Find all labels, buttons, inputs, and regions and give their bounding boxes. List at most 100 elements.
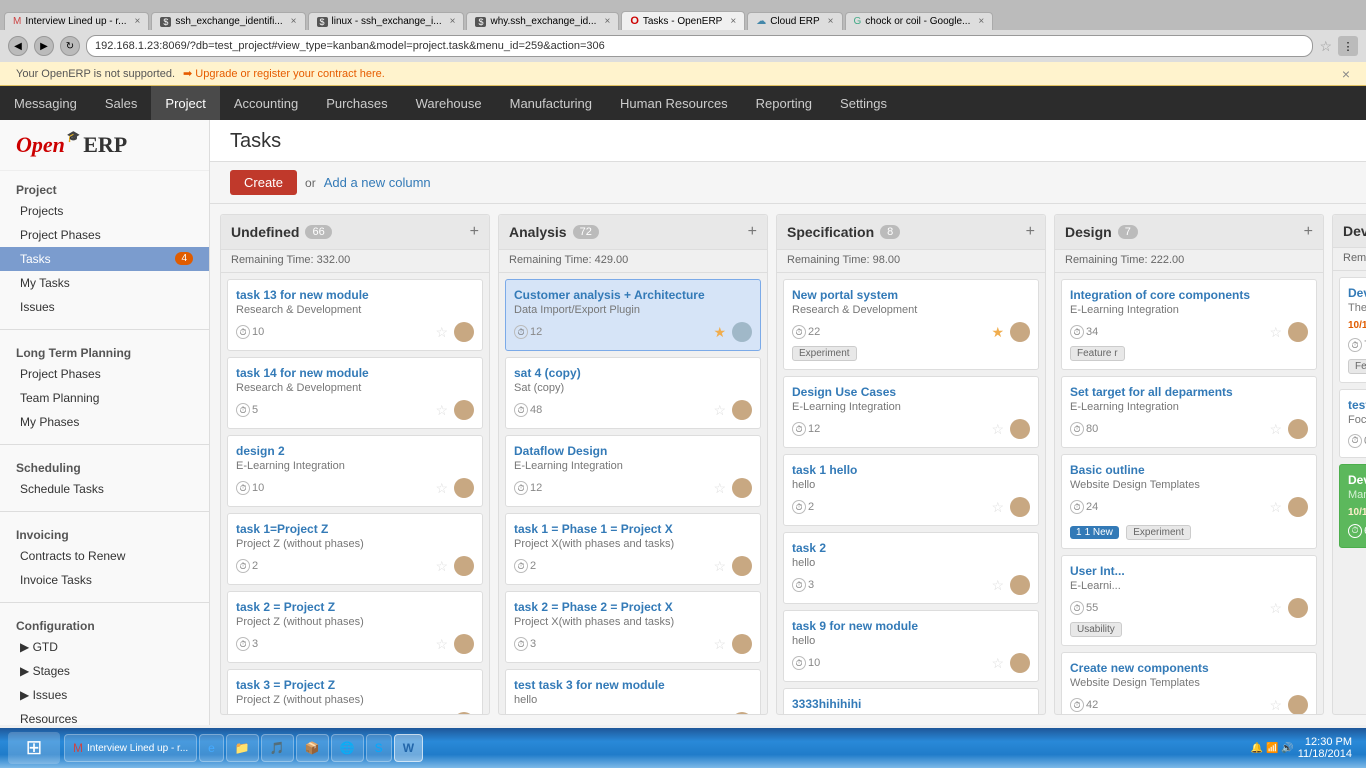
card-customer-analysis[interactable]: Customer analysis + Architecture Data Im… — [505, 279, 761, 351]
card-star[interactable]: ☆ — [713, 714, 726, 715]
sidebar-item-stages[interactable]: ▶ Stages — [0, 659, 209, 683]
card-task3z[interactable]: task 3 = Project Z Project Z (without ph… — [227, 669, 483, 714]
card-star[interactable]: ☆ — [991, 499, 1004, 516]
start-button[interactable]: ⊞ — [8, 732, 60, 764]
bookmark-star[interactable]: ☆ — [1319, 38, 1332, 55]
taskbar-app-media[interactable]: 🎵 — [261, 734, 294, 762]
card-user-int[interactable]: User Int... E-Learni... ⏱ 55 ☆ Usability — [1061, 555, 1317, 646]
card-3333[interactable]: 3333hihihihi schedule test 2 ⏱ 2 ☆ Usabi… — [783, 688, 1039, 714]
sidebar-item-gtd[interactable]: ▶ GTD — [0, 635, 209, 659]
card-star[interactable]: ★ — [991, 324, 1004, 341]
card-star[interactable]: ☆ — [435, 402, 448, 419]
card-star[interactable]: ☆ — [1269, 697, 1282, 714]
sidebar-item-resources[interactable]: Resources — [0, 707, 209, 725]
card-test-tas[interactable]: test tas... Focus P... ⏱ 0 ☆ — [1339, 389, 1366, 458]
sidebar-item-issues[interactable]: Issues — [0, 295, 209, 319]
extensions-button[interactable]: ⋮ — [1338, 36, 1358, 56]
card-basic-outline[interactable]: Basic outline Website Design Templates ⏱… — [1061, 454, 1317, 549]
card-star[interactable]: ☆ — [1269, 600, 1282, 617]
card-star[interactable]: ☆ — [1269, 421, 1282, 438]
card-task13[interactable]: task 13 for new module Research & Develo… — [227, 279, 483, 351]
taskbar-app-chrome[interactable]: 🌐 — [331, 734, 364, 762]
taskbar-app-vm[interactable]: 📦 — [296, 734, 329, 762]
card-star[interactable]: ☆ — [435, 636, 448, 653]
sidebar-item-schedule-tasks[interactable]: Schedule Tasks — [0, 477, 209, 501]
nav-manufacturing[interactable]: Manufacturing — [496, 86, 606, 120]
forward-button[interactable]: ▶ — [34, 36, 54, 56]
taskbar-app-word[interactable]: W — [394, 734, 423, 762]
nav-sales[interactable]: Sales — [91, 86, 152, 120]
col-add-specification[interactable]: + — [1026, 223, 1035, 241]
col-add-undefined[interactable]: + — [470, 223, 479, 241]
card-star[interactable]: ☆ — [713, 480, 726, 497]
nav-project[interactable]: Project — [151, 86, 219, 120]
notif-close-button[interactable]: × — [1342, 66, 1350, 82]
sidebar-item-projects[interactable]: Projects — [0, 199, 209, 223]
nav-accounting[interactable]: Accounting — [220, 86, 312, 120]
card-set-target[interactable]: Set target for all deparments E-Learning… — [1061, 376, 1317, 448]
tab-ssh3[interactable]: $ why.ssh_exchange_id... × — [466, 12, 619, 30]
back-button[interactable]: ◀ — [8, 36, 28, 56]
sidebar-item-my-tasks[interactable]: My Tasks — [0, 271, 209, 295]
card-design-uc[interactable]: Design Use Cases E-Learning Integration … — [783, 376, 1039, 448]
col-add-analysis[interactable]: + — [748, 223, 757, 241]
col-add-design[interactable]: + — [1304, 223, 1313, 241]
taskbar-app-ie[interactable]: e — [199, 734, 224, 762]
card-dataflow[interactable]: Dataflow Design E-Learning Integration ⏱… — [505, 435, 761, 507]
taskbar-app-explorer[interactable]: 📁 — [226, 734, 259, 762]
nav-messaging[interactable]: Messaging — [0, 86, 91, 120]
card-task1z[interactable]: task 1=Project Z Project Z (without phas… — [227, 513, 483, 585]
nav-warehouse[interactable]: Warehouse — [402, 86, 496, 120]
card-task1-phase1[interactable]: task 1 = Phase 1 = Project X Project X(w… — [505, 513, 761, 585]
nav-purchases[interactable]: Purchases — [312, 86, 401, 120]
card-star[interactable]: ☆ — [1269, 324, 1282, 341]
sidebar-item-config-issues[interactable]: ▶ Issues — [0, 683, 209, 707]
sidebar-item-invoice-tasks[interactable]: Invoice Tasks — [0, 568, 209, 592]
card-star[interactable]: ☆ — [435, 714, 448, 715]
card-task2z[interactable]: task 2 = Project Z Project Z (without ph… — [227, 591, 483, 663]
card-task1-hello[interactable]: task 1 hello hello ⏱ 2 ☆ — [783, 454, 1039, 526]
card-task2-hello[interactable]: task 2 hello ⏱ 3 ☆ — [783, 532, 1039, 604]
card-star[interactable]: ☆ — [435, 480, 448, 497]
card-star[interactable]: ☆ — [1269, 499, 1282, 516]
taskbar-app-skype[interactable]: S — [366, 734, 392, 762]
card-task9[interactable]: task 9 for new module hello ⏱ 10 ☆ — [783, 610, 1039, 682]
notif-link[interactable]: ➡ Upgrade or register your contract here… — [183, 67, 385, 80]
sidebar-item-project-phases[interactable]: Project Phases — [0, 223, 209, 247]
tab-clouderp[interactable]: ☁ Cloud ERP × — [747, 12, 842, 30]
card-star[interactable]: ☆ — [991, 421, 1004, 438]
tab-ssh2[interactable]: $ linux - ssh_exchange_i... × — [308, 12, 465, 30]
card-star[interactable]: ★ — [713, 324, 726, 341]
card-task14[interactable]: task 14 for new module Research & Develo… — [227, 357, 483, 429]
tab-ssh1[interactable]: $ ssh_exchange_identifi... × — [151, 12, 305, 30]
card-sat4[interactable]: sat 4 (copy) Sat (copy) ⏱ 48 ☆ — [505, 357, 761, 429]
card-test-task3[interactable]: test task 3 for new module hello ⏱ 10 ☆ — [505, 669, 761, 714]
card-star[interactable]: ☆ — [713, 402, 726, 419]
tab-google[interactable]: G chock or coil - Google... × — [845, 12, 994, 30]
url-input[interactable]: 192.168.1.23:8069/?db=test_project#view_… — [86, 35, 1313, 57]
sidebar-item-tasks[interactable]: Tasks 4 — [0, 247, 209, 271]
card-portal[interactable]: New portal system Research & Development… — [783, 279, 1039, 370]
card-star[interactable]: ☆ — [991, 655, 1004, 672]
card-design2[interactable]: design 2 E-Learning Integration ⏱ 10 ☆ — [227, 435, 483, 507]
card-task2-phase2[interactable]: task 2 = Phase 2 = Project X Project X(w… — [505, 591, 761, 663]
card-star[interactable]: ☆ — [435, 324, 448, 341]
sidebar-item-ltp-phases[interactable]: Project Phases — [0, 362, 209, 386]
card-develo1[interactable]: Develo... The Jac... 10/17/20... ⏱ 76 ☆ … — [1339, 277, 1366, 383]
tab-openerp[interactable]: O Tasks - OpenERP × — [621, 11, 745, 30]
nav-hr[interactable]: Human Resources — [606, 86, 742, 120]
card-develo-manage[interactable]: Develop... Manage... 10/19/20... ⏱ 60 ☆ — [1339, 464, 1366, 548]
refresh-button[interactable]: ↻ — [60, 36, 80, 56]
sidebar-item-my-phases[interactable]: My Phases — [0, 410, 209, 434]
tab-gmail[interactable]: M Interview Lined up - r... × — [4, 12, 149, 30]
card-integration-core[interactable]: Integration of core components E-Learnin… — [1061, 279, 1317, 370]
create-button[interactable]: Create — [230, 170, 297, 195]
card-star[interactable]: ☆ — [713, 636, 726, 653]
card-star[interactable]: ☆ — [991, 577, 1004, 594]
card-star[interactable]: ☆ — [435, 558, 448, 575]
card-star[interactable]: ☆ — [713, 558, 726, 575]
nav-settings[interactable]: Settings — [826, 86, 901, 120]
sidebar-item-team-planning[interactable]: Team Planning — [0, 386, 209, 410]
taskbar-app-gmail[interactable]: M Interview Lined up - r... — [64, 734, 197, 762]
card-create-components[interactable]: Create new components Website Design Tem… — [1061, 652, 1317, 714]
